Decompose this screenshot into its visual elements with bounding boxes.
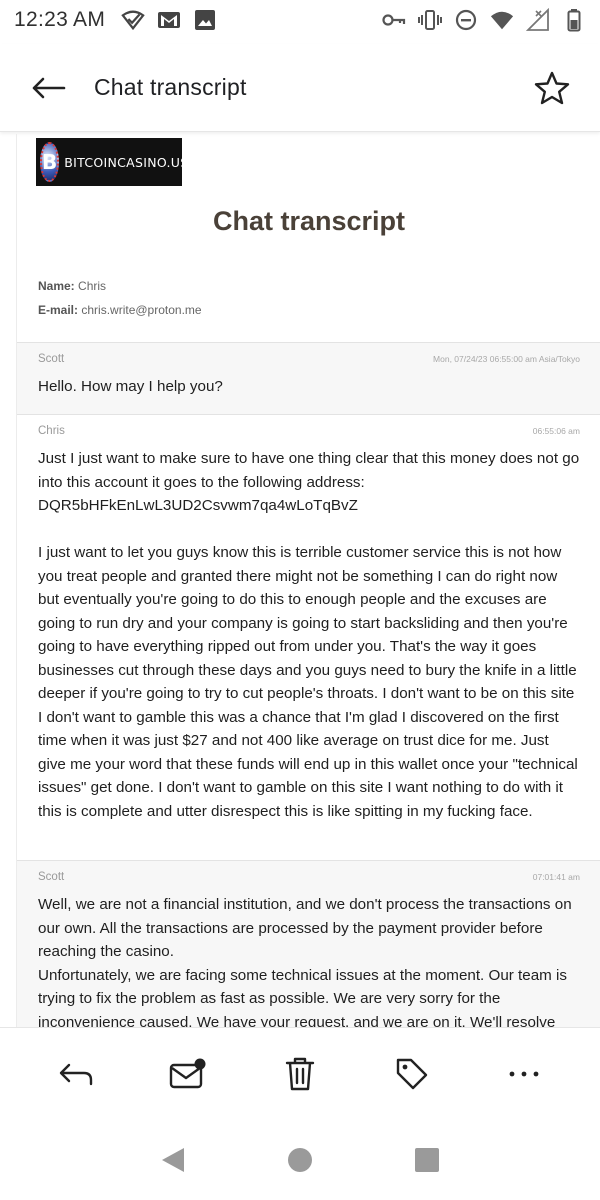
message-sender: Scott (38, 353, 65, 365)
nav-recents-icon (414, 1148, 439, 1172)
nav-home-icon (287, 1148, 312, 1172)
chat-message: Scott Mon, 07/24/23 06:55:00 am Asia/Tok… (17, 342, 600, 414)
no-signal-icon (526, 8, 550, 32)
message-time: 07:01:41 am (532, 872, 580, 882)
star-outline-icon (534, 71, 570, 104)
message-body: Just I just want to make sure to have on… (38, 450, 580, 820)
message-body: Hello. How may I help you? (38, 378, 223, 395)
email-content[interactable]: B BITCOINCASINO.US Chat transcript Name:… (0, 134, 600, 1027)
email-card: B BITCOINCASINO.US Chat transcript Name:… (16, 134, 600, 1027)
app-bar: Chat transcript (0, 44, 600, 132)
key-icon (382, 8, 406, 32)
name-value: Chris (78, 279, 107, 293)
dnd-icon (454, 8, 478, 32)
message-body: Well, we are not a financial institution… (38, 896, 572, 1027)
casino-logo: B BITCOINCASINO.US (36, 138, 188, 186)
status-time: 12:23 AM (14, 8, 106, 31)
message-header: Scott 07:01:41 am (38, 861, 580, 887)
status-bar: 12:23 AM (0, 0, 600, 40)
message-time: Mon, 07/24/23 06:55:00 am Asia/Tokyo (433, 354, 580, 364)
chat-message: Chris 06:55:06 am Just I just want to ma… (17, 414, 600, 860)
message-header: Scott Mon, 07/24/23 06:55:00 am Asia/Tok… (38, 343, 580, 369)
system-nav-bar (0, 1120, 600, 1200)
back-button[interactable] (24, 64, 72, 112)
app-bar-title: Chat transcript (94, 74, 247, 100)
more-options-button[interactable] (496, 1046, 552, 1102)
mark-unread-button[interactable] (160, 1046, 216, 1102)
label-icon (396, 1058, 428, 1090)
delete-icon (285, 1057, 315, 1091)
delete-button[interactable] (272, 1046, 328, 1102)
name-label: Name: (38, 279, 75, 293)
label-button[interactable] (384, 1046, 440, 1102)
mark-unread-icon (169, 1058, 206, 1089)
logo-badge: B (40, 142, 60, 182)
logo-text: BITCOINCASINO.US (64, 154, 189, 170)
wifi-icon (490, 8, 514, 32)
email-label: E-mail: (38, 303, 79, 317)
status-right-icons (382, 8, 586, 32)
message-sender: Chris (38, 425, 65, 437)
bottom-action-bar (0, 1027, 600, 1120)
wifi-check-icon (121, 8, 145, 32)
message-header: Chris 06:55:06 am (38, 415, 580, 441)
customer-name: Name: Chris (38, 274, 202, 298)
arrow-left-icon (32, 77, 66, 98)
logo-letter: B (42, 150, 58, 174)
gmail-icon (157, 8, 181, 32)
battery-icon (562, 8, 586, 32)
status-left-icons (121, 8, 217, 32)
customer-meta: Name: Chris E-mail: chris.write@proton.m… (38, 274, 202, 322)
nav-home-button[interactable] (276, 1136, 324, 1184)
message-sender: Scott (38, 871, 65, 883)
reply-icon (59, 1063, 93, 1086)
nav-back-button[interactable] (149, 1136, 197, 1184)
chat-message: Scott 07:01:41 am Well, we are not a fin… (17, 860, 600, 1027)
vibrate-icon (418, 8, 442, 32)
nav-back-icon (162, 1148, 185, 1172)
nav-recents-button[interactable] (403, 1136, 451, 1184)
star-button[interactable] (528, 64, 576, 112)
email-value[interactable]: chris.write@proton.me (81, 303, 201, 317)
reply-button[interactable] (48, 1046, 104, 1102)
image-icon (193, 8, 217, 32)
transcript-title: Chat transcript (212, 206, 406, 236)
more-icon (509, 1071, 539, 1077)
customer-email: E-mail: chris.write@proton.me (38, 298, 202, 322)
message-time: 06:55:06 am (532, 426, 580, 436)
